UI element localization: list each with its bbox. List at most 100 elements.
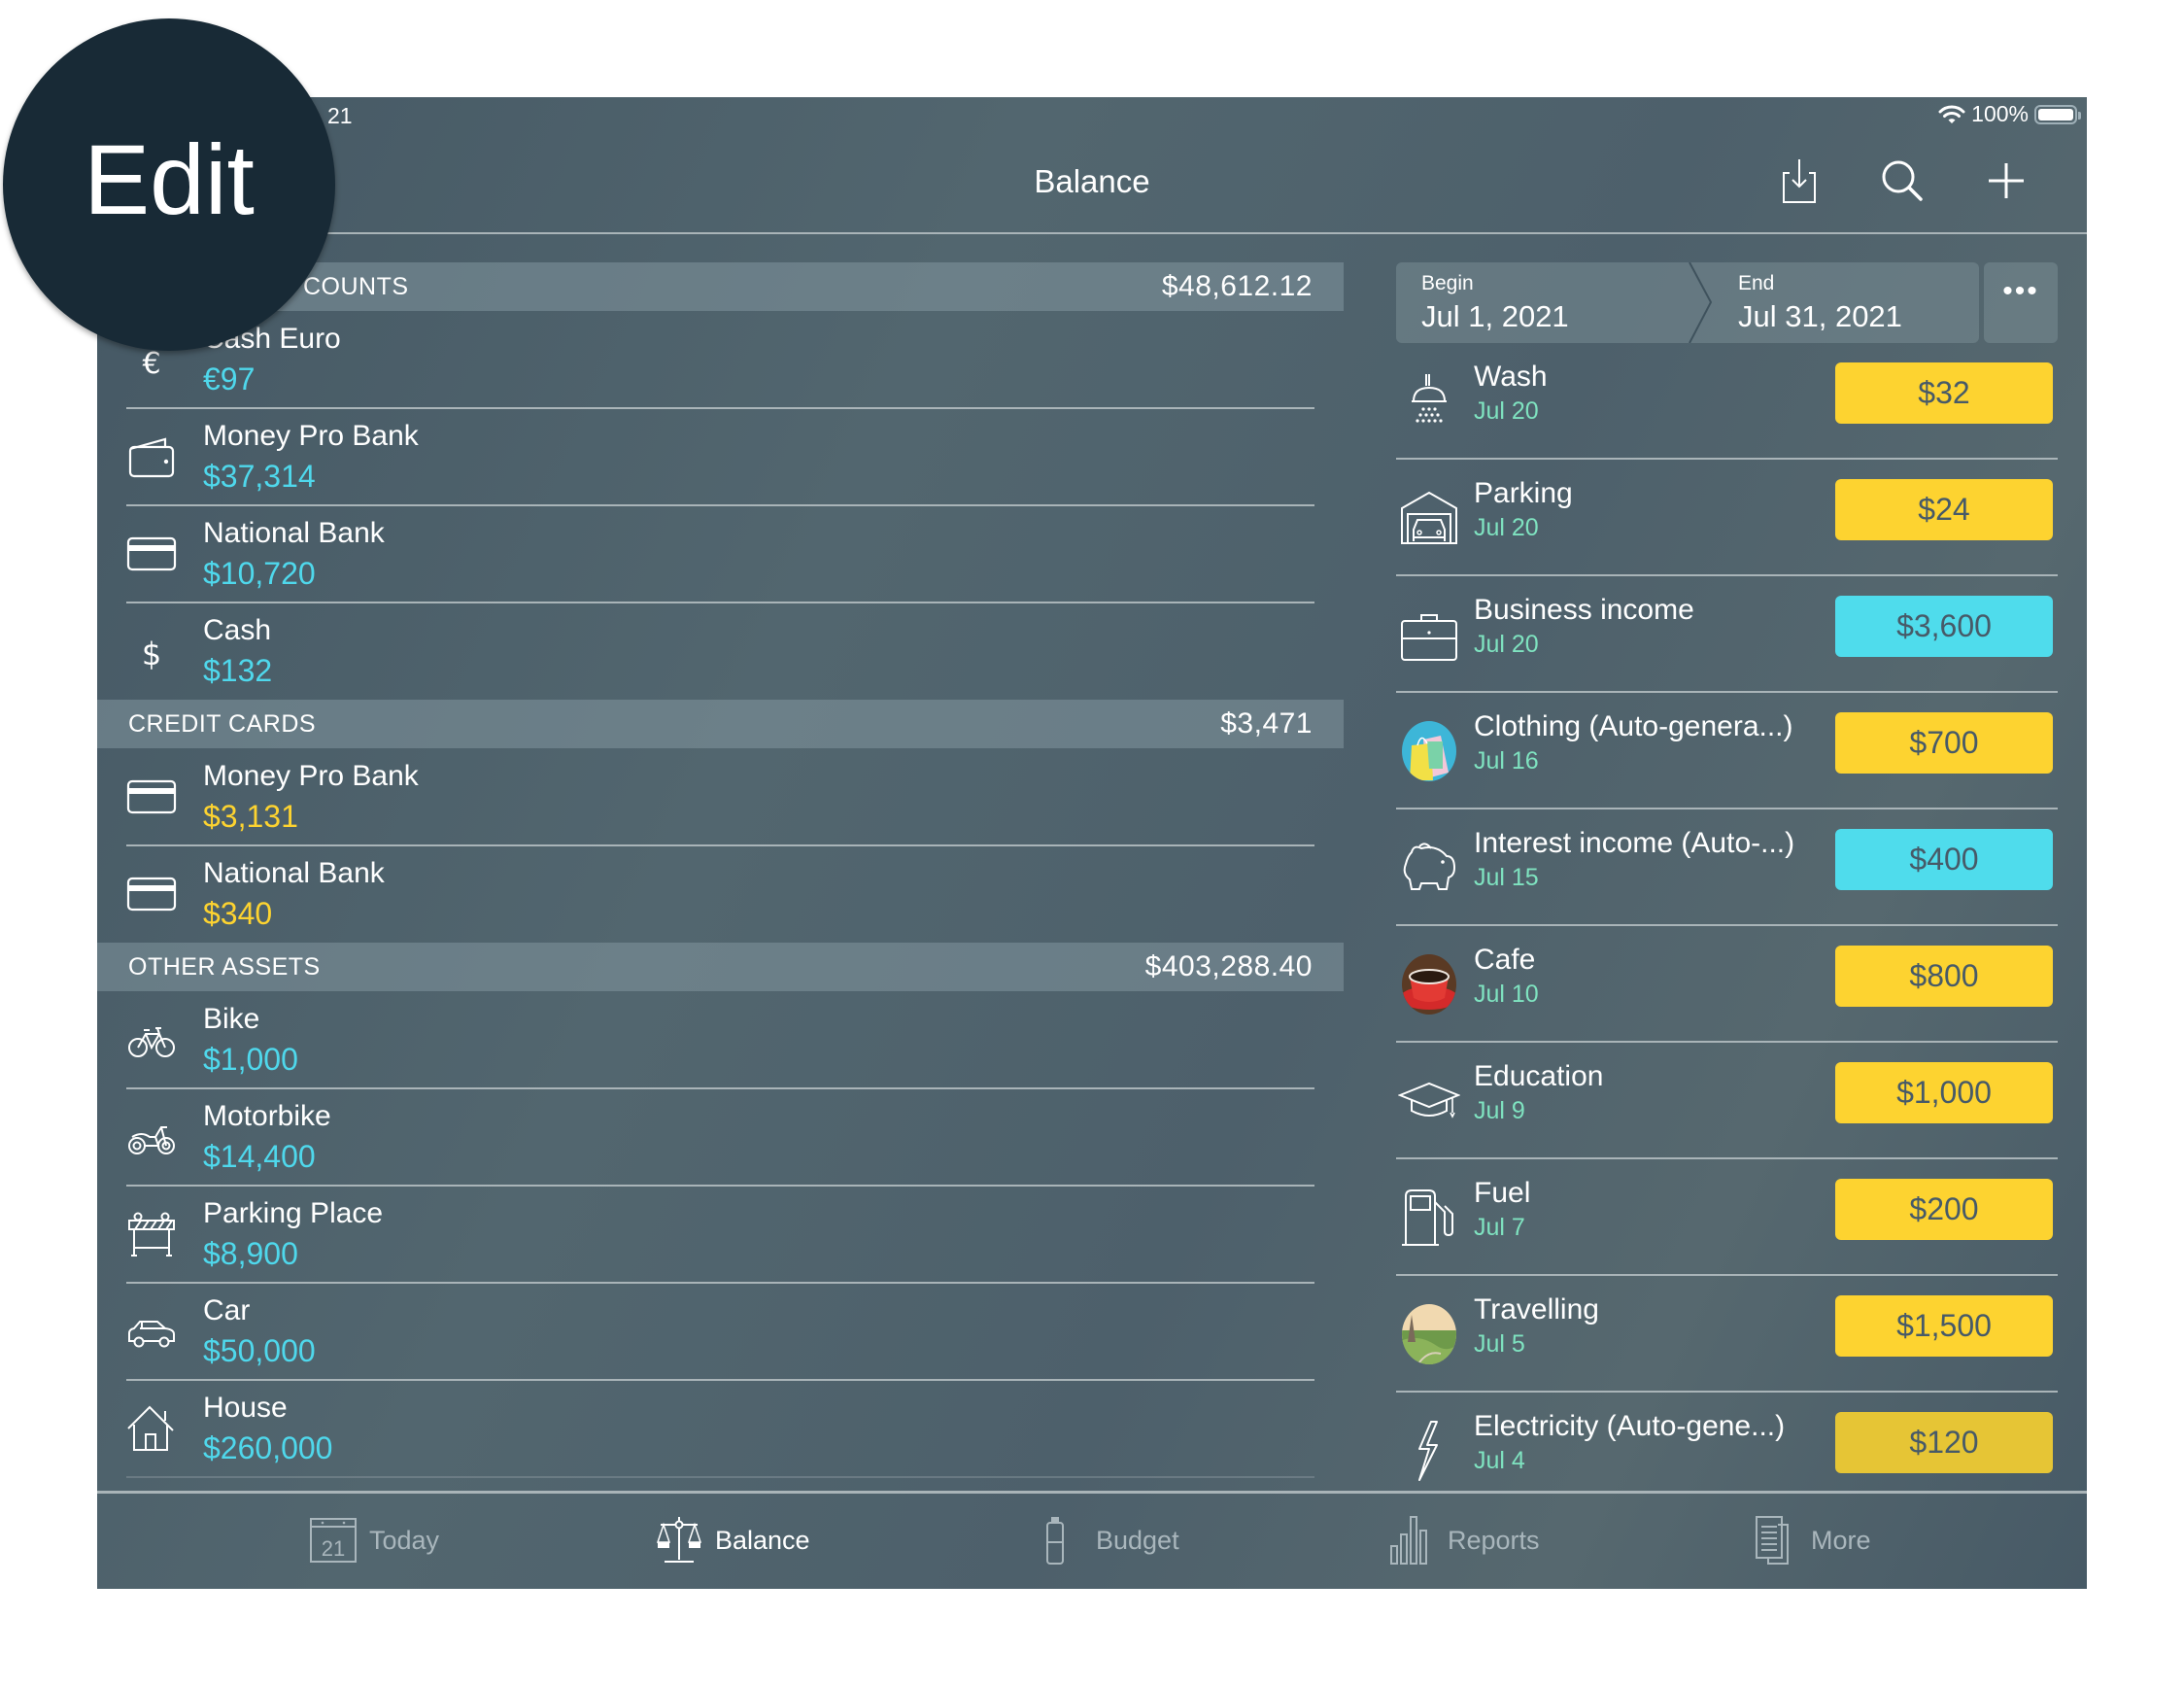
transaction-row[interactable]: Wash Jul 20 $32 <box>1396 343 2058 460</box>
amount-badge[interactable]: $800 <box>1835 946 2053 1007</box>
section-header-other-assets[interactable]: OTHER ASSETS $403,288.40 <box>97 943 1344 991</box>
fuel-pump-icon <box>1402 1189 1453 1246</box>
tab-more[interactable]: More <box>1751 1511 1871 1569</box>
scales-icon <box>656 1517 702 1563</box>
account-name: Cash <box>203 614 272 646</box>
tab-bar: 21 Today Balance Budget Reports More <box>97 1494 2087 1589</box>
transaction-date: Jul 5 <box>1474 1330 1525 1358</box>
dollar-icon: $ <box>142 636 161 672</box>
app-window: 21 100% Balance COUNTS $48,612.12 € Cash… <box>97 97 2087 1589</box>
amount-badge[interactable]: $24 <box>1835 479 2053 540</box>
bicycle-icon <box>128 1027 175 1057</box>
add-button[interactable] <box>1983 157 2030 204</box>
status-time: 21 <box>327 103 353 128</box>
amount-badge[interactable]: $32 <box>1835 362 2053 424</box>
account-row[interactable]: Motorbike $14,400 <box>97 1088 1344 1187</box>
amount-badge[interactable]: $120 <box>1835 1412 2053 1473</box>
piggy-bank-icon <box>1403 843 1456 890</box>
transaction-name: Clothing (Auto-genera...) <box>1474 710 1793 742</box>
account-row[interactable]: Car $50,000 <box>97 1283 1344 1381</box>
account-name: Parking Place <box>203 1197 384 1229</box>
account-value: $340 <box>203 896 273 931</box>
briefcase-icon <box>1401 614 1457 661</box>
tab-reports[interactable]: Reports <box>1387 1511 1540 1569</box>
transaction-date: Jul 20 <box>1474 631 1539 658</box>
amount-badge[interactable]: $700 <box>1835 712 2053 774</box>
transaction-row[interactable]: Travelling Jul 5 $1,500 <box>1396 1276 2058 1393</box>
section-title: OTHER ASSETS <box>128 952 321 981</box>
account-row[interactable]: Parking Place $8,900 <box>97 1186 1344 1284</box>
account-row[interactable]: House $260,000 <box>97 1380 1344 1478</box>
lightning-icon <box>1418 1421 1438 1481</box>
section-total: $48,612.12 <box>1161 270 1313 302</box>
amount-badge[interactable]: $1,500 <box>1835 1295 2053 1357</box>
account-value: $37,314 <box>203 459 316 494</box>
section-total: $403,288.40 <box>1144 950 1313 982</box>
account-name: National Bank <box>203 857 385 889</box>
garage-icon <box>1401 491 1457 544</box>
transaction-row[interactable]: Parking Jul 20 $24 <box>1396 460 2058 576</box>
section-total: $3,471 <box>1220 707 1313 740</box>
transaction-row[interactable]: Cafe Jul 10 $800 <box>1396 926 2058 1043</box>
account-row[interactable]: Bike $1,000 <box>97 991 1344 1089</box>
transaction-name: Interest income (Auto-...) <box>1474 827 1795 859</box>
account-name: Motorbike <box>203 1100 331 1132</box>
transaction-row[interactable]: Education Jul 9 $1,000 <box>1396 1043 2058 1159</box>
begin-label: Begin <box>1421 272 1474 294</box>
transaction-name: Fuel <box>1474 1177 1531 1209</box>
account-row[interactable]: Money Pro Bank $3,131 <box>97 748 1344 846</box>
account-row[interactable]: Money Pro Bank $37,314 <box>97 408 1344 506</box>
svg-text:21: 21 <box>322 1536 345 1561</box>
section-title: CREDIT CARDS <box>128 709 317 738</box>
account-value: $260,000 <box>203 1430 333 1465</box>
amount-badge[interactable]: $400 <box>1835 829 2053 890</box>
edit-button-label: Edit <box>84 123 255 235</box>
account-name: Car <box>203 1294 251 1326</box>
account-row[interactable]: National Bank $340 <box>97 845 1344 943</box>
transaction-row[interactable]: Interest income (Auto-...) Jul 15 $400 <box>1396 809 2058 926</box>
edit-button-magnifier[interactable]: Edit <box>3 18 335 351</box>
transaction-date: Jul 4 <box>1474 1447 1525 1474</box>
motorbike-icon <box>128 1126 175 1154</box>
period-more-button[interactable]: ••• <box>1984 262 2058 343</box>
period-selector[interactable]: Begin Jul 1, 2021 End Jul 31, 2021 <box>1396 262 1979 343</box>
begin-value: Jul 1, 2021 <box>1421 299 1569 333</box>
row-divider <box>126 1476 1314 1478</box>
tab-label: Budget <box>1096 1525 1179 1555</box>
tab-today[interactable]: 21 Today <box>309 1511 439 1569</box>
documents-icon <box>1756 1516 1789 1565</box>
transaction-name: Cafe <box>1474 944 1536 976</box>
account-name: House <box>203 1392 288 1424</box>
tab-budget[interactable]: Budget <box>1036 1511 1179 1569</box>
amount-badge[interactable]: $3,600 <box>1835 596 2053 657</box>
transaction-row[interactable]: Clothing (Auto-genera...) Jul 16 $700 <box>1396 693 2058 809</box>
transaction-row[interactable]: Electricity (Auto-gene...) Jul 4 $120 <box>1396 1393 2058 1491</box>
account-row[interactable]: National Bank $10,720 <box>97 505 1344 603</box>
account-row[interactable]: $ Cash $132 <box>97 602 1344 700</box>
transaction-row[interactable]: Business income Jul 20 $3,600 <box>1396 576 2058 693</box>
shower-icon <box>1412 374 1447 423</box>
tab-balance[interactable]: Balance <box>655 1511 810 1569</box>
account-value: $14,400 <box>203 1139 316 1174</box>
tab-label: Balance <box>715 1525 810 1555</box>
barrier-icon <box>128 1212 175 1257</box>
account-name: Bike <box>203 1003 260 1035</box>
import-button[interactable] <box>1776 157 1823 204</box>
transaction-date: Jul 16 <box>1474 747 1539 775</box>
calendar-icon: 21 <box>310 1518 357 1563</box>
transaction-row[interactable]: Fuel Jul 7 $200 <box>1396 1159 2058 1276</box>
amount-badge[interactable]: $200 <box>1835 1179 2053 1240</box>
battery-percent: 100% <box>1971 101 2029 126</box>
account-value: $1,000 <box>203 1042 298 1077</box>
search-button[interactable] <box>1879 157 1926 204</box>
transaction-name: Electricity (Auto-gene...) <box>1474 1410 1786 1442</box>
amount-badge[interactable]: $1,000 <box>1835 1062 2053 1123</box>
account-value: $50,000 <box>203 1333 316 1368</box>
account-row[interactable]: € Cash Euro €97 <box>97 311 1344 409</box>
search-icon <box>1882 160 1923 201</box>
header-divider <box>97 232 2087 234</box>
travel-photo-icon <box>1402 1304 1456 1364</box>
section-header-credit-cards[interactable]: CREDIT CARDS $3,471 <box>97 700 1344 748</box>
card-icon <box>126 779 177 814</box>
chevron-separator-icon <box>1689 262 1713 343</box>
